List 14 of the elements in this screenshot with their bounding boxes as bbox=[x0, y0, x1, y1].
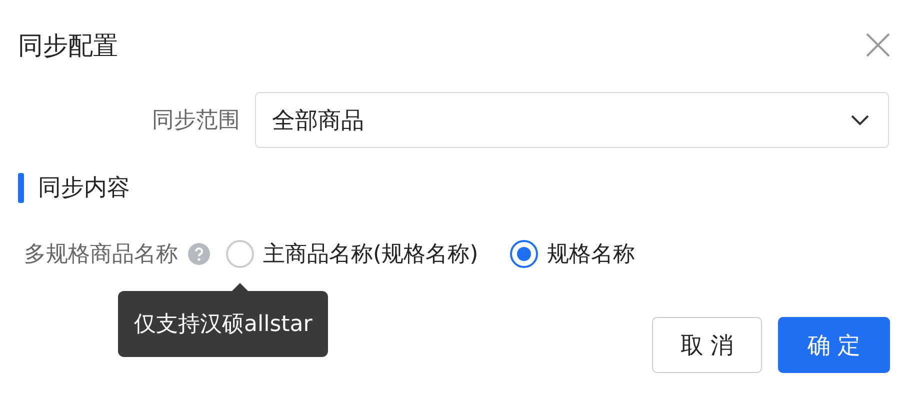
field-label: 同步范围 bbox=[151, 107, 241, 135]
cancel-button[interactable]: 取 消 bbox=[652, 317, 762, 373]
tooltip: 仅支持汉硕allstar bbox=[118, 291, 328, 357]
scope-select[interactable]: 全部商品 bbox=[255, 92, 889, 148]
chevron-down-icon bbox=[850, 114, 870, 126]
section-marker bbox=[18, 172, 24, 202]
field-label: 多规格商品名称 bbox=[24, 241, 178, 269]
confirm-button[interactable]: 确 定 bbox=[778, 317, 890, 373]
dialog-title: 同步配置 bbox=[18, 30, 118, 62]
close-icon[interactable] bbox=[865, 32, 891, 58]
radio-option[interactable]: 主商品名称(规格名称) bbox=[226, 239, 478, 269]
help-icon[interactable] bbox=[188, 243, 210, 265]
radio-option[interactable]: 规格名称 bbox=[510, 239, 636, 269]
section-title: 同步内容 bbox=[38, 174, 130, 203]
